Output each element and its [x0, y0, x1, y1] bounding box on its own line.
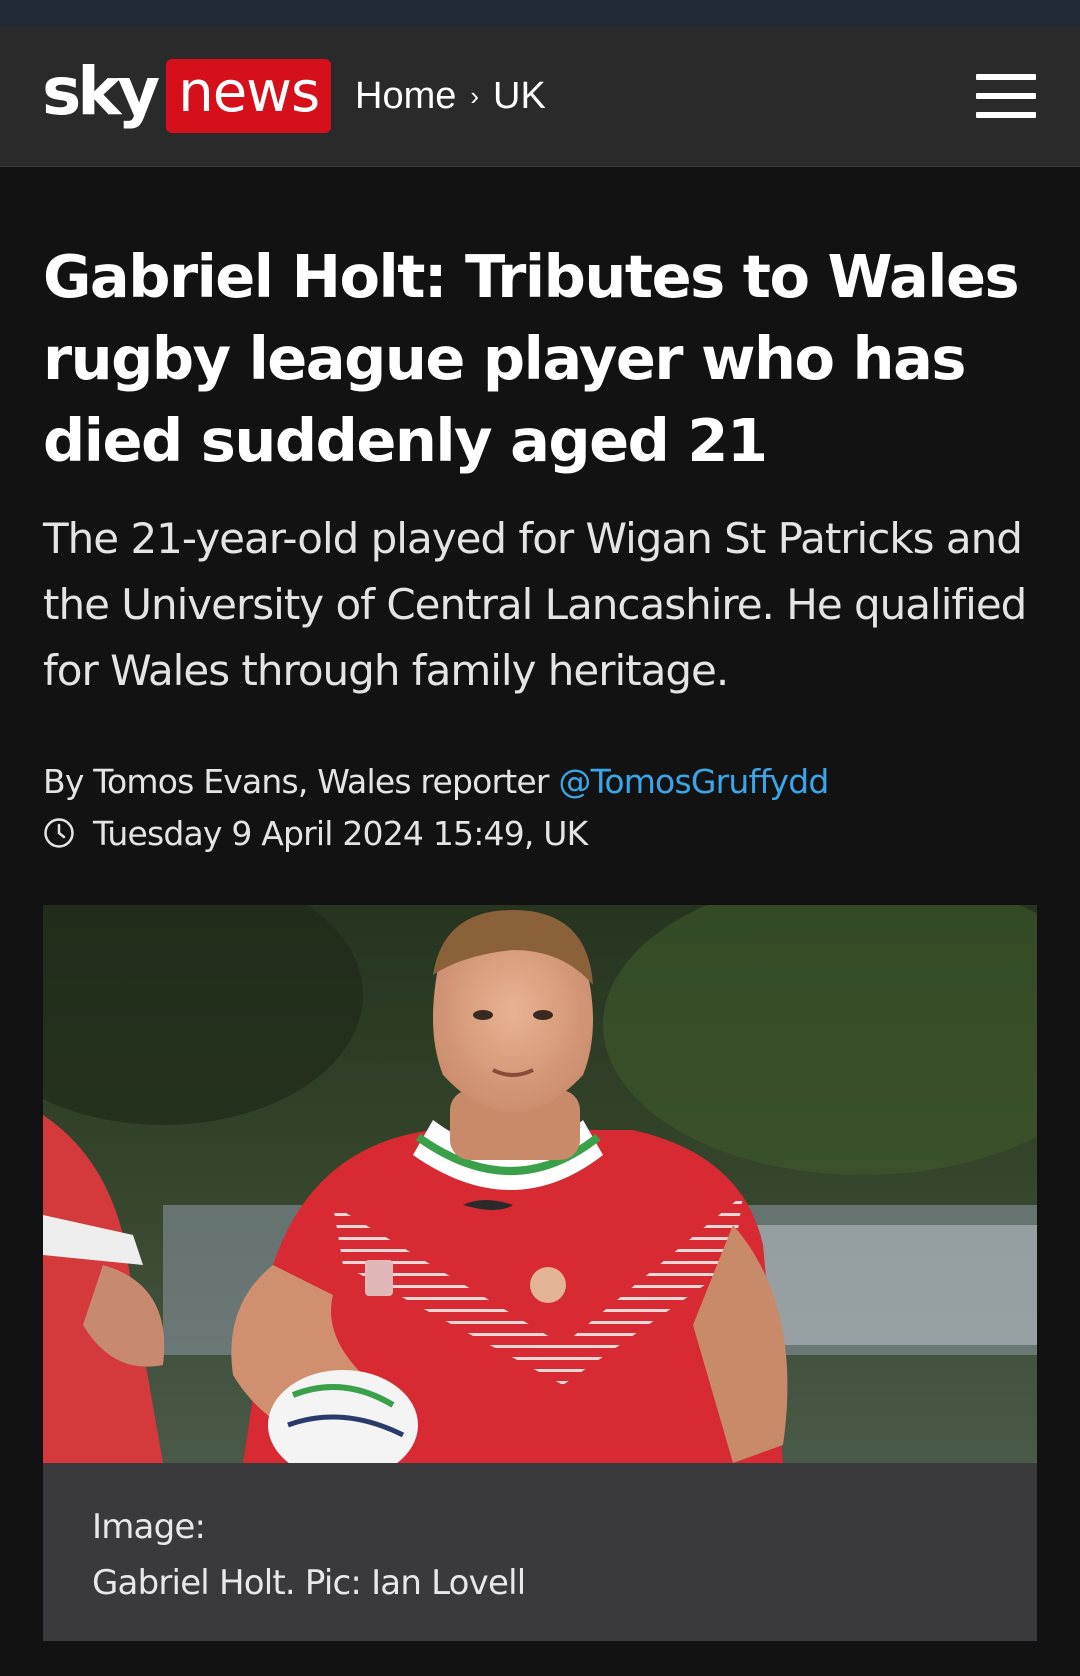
byline-author: By Tomos Evans, Wales reporter [43, 762, 549, 801]
article-timestamp: Tuesday 9 April 2024 15:49, UK [43, 808, 588, 858]
menu-bar-bottom [976, 112, 1036, 118]
site-header: sky news Home › UK [0, 26, 1080, 167]
breadcrumb-uk-link[interactable]: UK [493, 75, 546, 118]
clock-icon [44, 818, 74, 848]
hamburger-menu-icon[interactable] [976, 74, 1036, 118]
breadcrumb: Home › UK [355, 26, 546, 166]
article-byline: By Tomos Evans, Wales reporter @TomosGru… [43, 757, 1043, 807]
article-standfirst: The 21-year-old played for Wigan St Patr… [43, 514, 1027, 695]
caption-text: Gabriel Holt. Pic: Ian Lovell [92, 1563, 526, 1603]
breadcrumb-separator: › [470, 80, 480, 111]
timestamp-text: Tuesday 9 April 2024 15:49, UK [93, 813, 588, 853]
caption-label: Image: [92, 1507, 206, 1547]
image-caption: Image: Gabriel Holt. Pic: Ian Lovell [43, 1463, 1037, 1641]
author-twitter-link[interactable]: @TomosGruffydd [558, 762, 829, 801]
menu-bar-top [976, 74, 1036, 80]
logo-news-badge: news [166, 59, 332, 133]
sky-news-logo[interactable]: sky news [42, 53, 332, 133]
menu-bar-middle [976, 93, 1036, 99]
logo-sky-text: sky [42, 53, 160, 130]
article-photo[interactable] [43, 905, 1037, 1463]
status-bar [0, 0, 1080, 26]
breadcrumb-home-link[interactable]: Home [355, 75, 456, 118]
article-headline: Gabriel Holt: Tributes to Wales rugby le… [43, 242, 1020, 475]
player-photo-illustration [43, 905, 1037, 1463]
